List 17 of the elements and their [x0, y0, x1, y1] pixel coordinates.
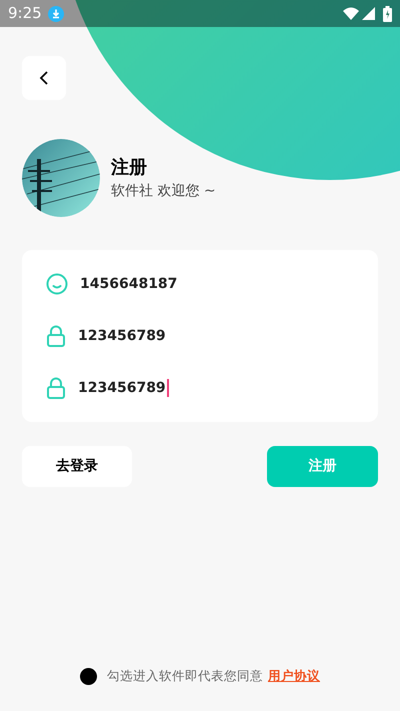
input-field[interactable]: 1456648187 [46, 269, 354, 299]
back-icon [39, 71, 49, 85]
agreement-text: 勾选进入软件即代表您同意 [107, 667, 263, 685]
battery-icon [383, 6, 392, 22]
input-field[interactable]: 123456789 [46, 373, 354, 403]
wifi-icon [343, 7, 359, 20]
login-button[interactable]: 去登录 [22, 446, 132, 487]
status-time: 9:25 [8, 3, 42, 24]
signal-icon [362, 7, 375, 20]
lock-icon [46, 325, 66, 347]
welcome-text: 软件社 欢迎您 ~ [111, 182, 216, 201]
input-field[interactable]: 123456789 [46, 321, 354, 351]
page-title: 注册 [111, 156, 148, 180]
lock-icon [46, 377, 66, 399]
smiley-icon [46, 273, 68, 295]
download-icon [48, 6, 64, 22]
agree-checkbox[interactable] [80, 668, 97, 685]
